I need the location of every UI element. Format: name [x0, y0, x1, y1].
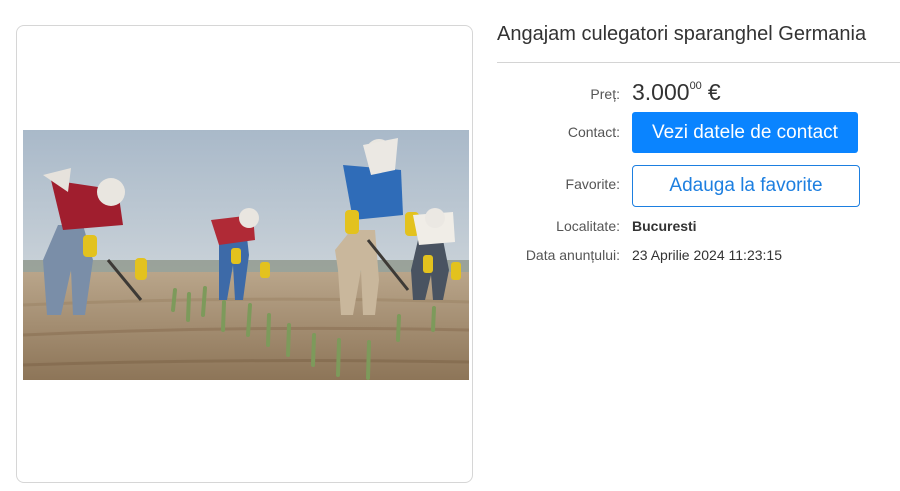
title-divider [497, 62, 900, 63]
asparagus-field-image [23, 130, 469, 380]
price-value: 3.00000 € [632, 79, 721, 106]
listing-photo[interactable] [23, 130, 469, 380]
price-decimals: 00 [689, 80, 702, 92]
date-label: Data anunțului: [525, 247, 620, 263]
location-label: Localitate: [556, 218, 620, 234]
listing-title: Angajam culegatori sparanghel Germania [497, 23, 867, 45]
price-currency: € [707, 79, 721, 105]
listing-photo-card [16, 25, 473, 483]
favorites-label: Favorite: [565, 176, 620, 192]
view-contact-button[interactable]: Vezi datele de contact [632, 112, 858, 153]
contact-label: Contact: [567, 124, 620, 140]
location-value: Bucuresti [632, 218, 697, 234]
price-main: 3.000 [632, 79, 690, 105]
add-to-favorites-button[interactable]: Adauga la favorite [632, 165, 860, 207]
date-value: 23 Aprilie 2024 11:23:15 [632, 247, 782, 263]
price-label: Preț: [590, 86, 620, 102]
